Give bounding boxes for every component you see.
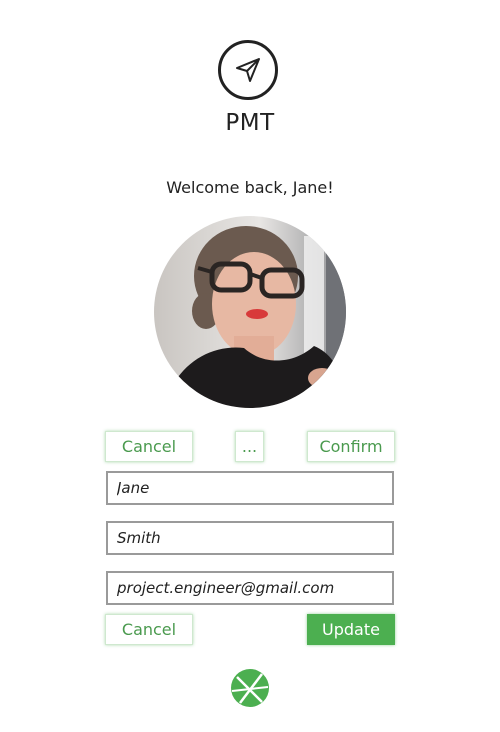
update-button[interactable]: Update (307, 614, 395, 645)
first-name-field[interactable] (106, 471, 394, 505)
cross-circle-icon (231, 669, 269, 707)
footer-logo[interactable] (231, 669, 269, 707)
form-cancel-button[interactable]: Cancel (105, 614, 193, 645)
cancel-button[interactable]: Cancel (105, 431, 193, 462)
paper-plane-icon (236, 58, 260, 82)
avatar-photo (154, 216, 346, 408)
avatar (154, 216, 346, 408)
last-name-field[interactable] (106, 521, 394, 555)
app-name: PMT (225, 110, 275, 136)
email-field[interactable] (106, 571, 394, 605)
more-button[interactable]: ... (235, 431, 264, 462)
app-logo (218, 40, 278, 100)
welcome-message: Welcome back, Jane! (166, 178, 334, 197)
confirm-button[interactable]: Confirm (307, 431, 395, 462)
